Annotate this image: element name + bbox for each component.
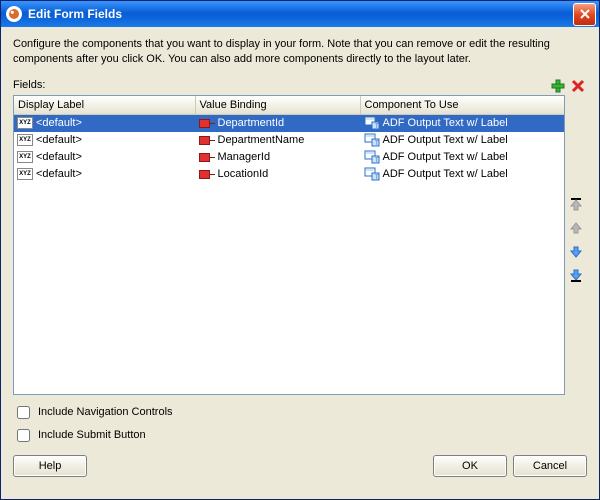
table-row[interactable]: <default> LocationId T ADF Output Text w/ L…: [14, 166, 564, 183]
cell-value-binding: DepartmentName: [196, 133, 361, 147]
component-text: ADF Output Text w/ Label: [383, 117, 508, 129]
text-field-icon: [17, 116, 33, 130]
cell-component: T ADF Output Text w/ Label: [361, 133, 565, 147]
column-header-component[interactable]: Component To Use: [361, 96, 565, 114]
window-title: Edit Form Fields: [28, 7, 573, 21]
binding-text: LocationId: [218, 168, 269, 180]
display-label-text: <default>: [36, 151, 82, 163]
component-icon: T: [364, 167, 380, 181]
display-label-text: <default>: [36, 134, 82, 146]
move-up-icon: [569, 221, 583, 235]
cell-display-label: <default>: [14, 150, 196, 164]
cell-component: T ADF Output Text w/ Label: [361, 116, 565, 130]
text-field-icon: [17, 133, 33, 147]
add-icon: [550, 78, 566, 94]
component-icon: T: [364, 116, 380, 130]
move-top-icon: [569, 197, 583, 211]
include-navigation-controls-label: Include Navigation Controls: [38, 406, 173, 418]
cell-display-label: <default>: [14, 133, 196, 147]
help-button[interactable]: Help: [13, 455, 87, 477]
fields-label: Fields:: [13, 79, 45, 91]
move-down-icon: [569, 245, 583, 259]
table-header: Display Label Value Binding Component To…: [14, 96, 564, 115]
include-navigation-controls-input[interactable]: [17, 406, 30, 419]
cell-value-binding: LocationId: [196, 167, 361, 181]
close-button[interactable]: [573, 3, 596, 26]
reorder-buttons: [565, 95, 587, 291]
binding-icon: [199, 150, 215, 164]
ok-button[interactable]: OK: [433, 455, 507, 477]
cell-value-binding: DepartmentId: [196, 116, 361, 130]
component-icon: T: [364, 150, 380, 164]
component-icon: T: [364, 133, 380, 147]
svg-text:T: T: [375, 158, 379, 164]
cell-component: T ADF Output Text w/ Label: [361, 150, 565, 164]
remove-icon: [570, 78, 586, 94]
column-header-display-label[interactable]: Display Label: [14, 96, 196, 114]
column-header-value-binding[interactable]: Value Binding: [196, 96, 361, 114]
cell-component: T ADF Output Text w/ Label: [361, 167, 565, 181]
app-icon: [6, 6, 22, 22]
binding-text: DepartmentId: [218, 117, 285, 129]
cell-value-binding: ManagerId: [196, 150, 361, 164]
text-field-icon: [17, 150, 33, 164]
fields-table-wrap: Display Label Value Binding Component To…: [13, 95, 587, 395]
cell-display-label: <default>: [14, 167, 196, 181]
close-icon: [580, 9, 590, 19]
component-text: ADF Output Text w/ Label: [383, 134, 508, 146]
table-body: <default> DepartmentId T ADF Output Text w/…: [14, 115, 564, 183]
binding-icon: [199, 116, 215, 130]
display-label-text: <default>: [36, 168, 82, 180]
title-bar: Edit Form Fields: [1, 1, 599, 27]
binding-icon: [199, 133, 215, 147]
text-field-icon: [17, 167, 33, 181]
dialog-footer: Help OK Cancel: [13, 445, 587, 477]
move-bottom-button[interactable]: [567, 267, 585, 285]
display-label-text: <default>: [36, 117, 82, 129]
binding-text: DepartmentName: [218, 134, 305, 146]
table-row[interactable]: <default> ManagerId T ADF Output Text w/ La…: [14, 149, 564, 166]
remove-field-button[interactable]: [569, 77, 587, 95]
move-down-button[interactable]: [567, 243, 585, 261]
component-text: ADF Output Text w/ Label: [383, 168, 508, 180]
move-bottom-icon: [569, 269, 583, 283]
move-up-button[interactable]: [567, 219, 585, 237]
include-submit-button-label: Include Submit Button: [38, 429, 146, 441]
cell-display-label: <default>: [14, 116, 196, 130]
include-navigation-controls-checkbox[interactable]: Include Navigation Controls: [13, 403, 587, 422]
options-area: Include Navigation Controls Include Subm…: [13, 403, 587, 445]
add-field-button[interactable]: [549, 77, 567, 95]
dialog-body: Configure the components that you want t…: [1, 27, 599, 499]
fields-header: Fields:: [13, 77, 587, 95]
edit-form-fields-dialog: Edit Form Fields Configure the component…: [0, 0, 600, 500]
svg-text:T: T: [375, 124, 379, 130]
include-submit-button-checkbox[interactable]: Include Submit Button: [13, 426, 587, 445]
svg-text:T: T: [375, 141, 379, 147]
binding-icon: [199, 167, 215, 181]
binding-text: ManagerId: [218, 151, 271, 163]
fields-table[interactable]: Display Label Value Binding Component To…: [13, 95, 565, 395]
component-text: ADF Output Text w/ Label: [383, 151, 508, 163]
include-submit-button-input[interactable]: [17, 429, 30, 442]
table-row[interactable]: <default> DepartmentId T ADF Output Text w/…: [14, 115, 564, 132]
table-row[interactable]: <default> DepartmentName T ADF Output Text …: [14, 132, 564, 149]
svg-text:T: T: [375, 175, 379, 181]
cancel-button[interactable]: Cancel: [513, 455, 587, 477]
description-text: Configure the components that you want t…: [13, 37, 587, 67]
move-top-button[interactable]: [567, 195, 585, 213]
